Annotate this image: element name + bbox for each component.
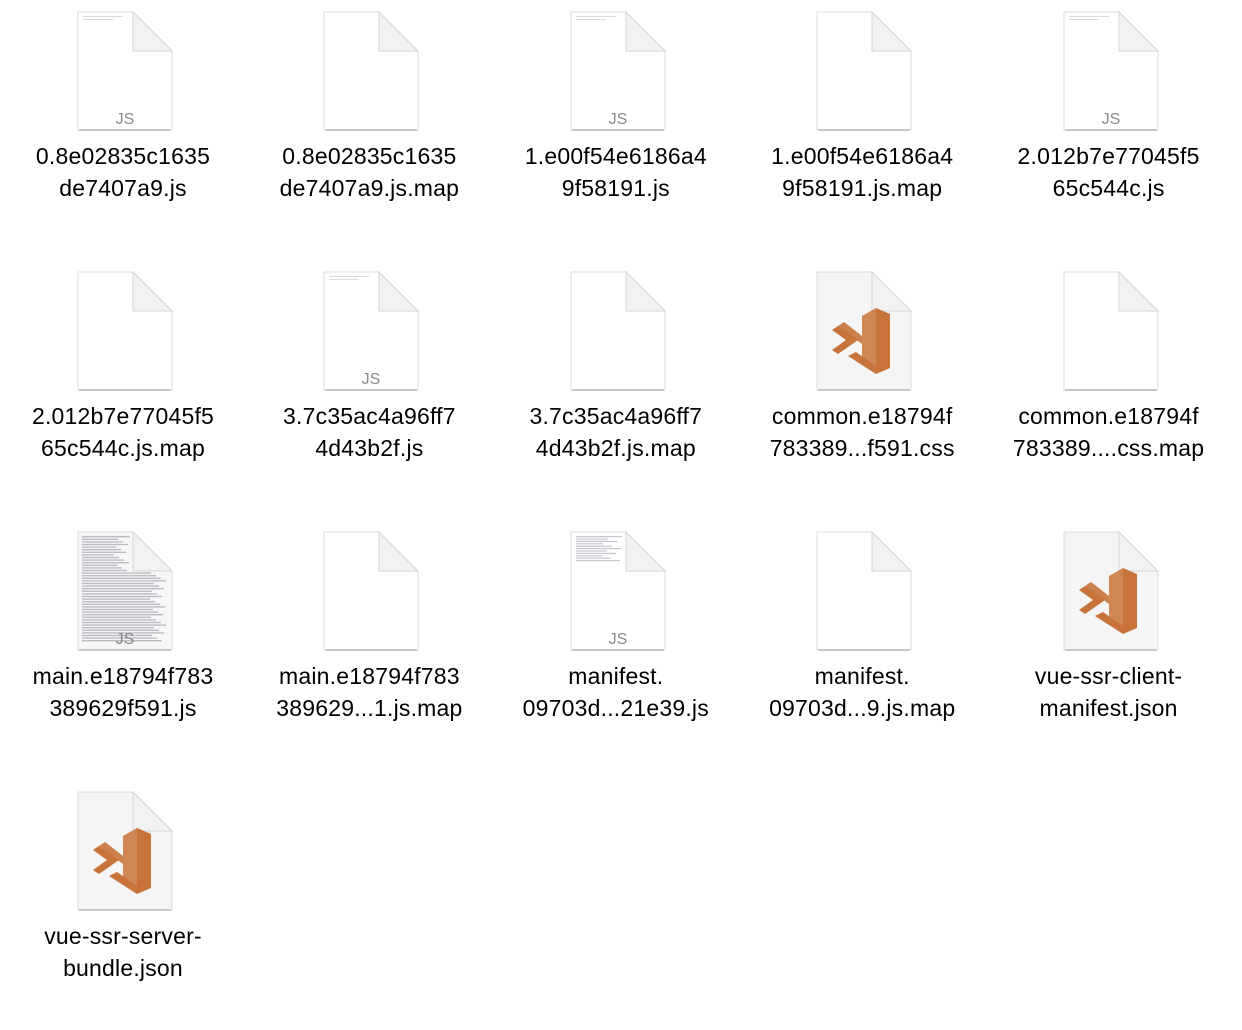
js-document-icon[interactable]: JS (321, 270, 421, 396)
file-name-label[interactable]: vue-ssr-server-bundle.json (0, 920, 246, 984)
file-name-line-1: vue-ssr-client- (1034, 663, 1183, 689)
file-name-line-1: 1.e00f54e6186a4 (524, 143, 707, 169)
file-name-line-1: manifest. (568, 663, 664, 689)
js-badge-label: JS (1101, 111, 1120, 128)
file-name-label[interactable]: main.e18794f783 389629f591.js (0, 660, 246, 724)
js-badge-label: JS (608, 111, 627, 128)
file-name-label[interactable]: 0.8e02835c1635 de7407a9.js.map (246, 140, 492, 204)
file-item[interactable]: JS 1.e00f54e6186a4 9f58191.js (493, 0, 739, 250)
file-name-line-2: de7407a9.js (59, 175, 187, 201)
js-badge-label: JS (116, 631, 135, 648)
file-name-label[interactable]: manifest. 09703d...21e39.js (493, 660, 739, 724)
file-name-line-1: 0.8e02835c1635 (35, 143, 211, 169)
js-badge-label: JS (116, 111, 135, 128)
file-name-line-2: 65c544c.js.map (41, 435, 205, 461)
file-name-line-1: main.e18794f783 (32, 663, 214, 689)
file-grid: JS 0.8e02835c1635 de7407a9.js 0.8e02835c163… (0, 0, 1242, 1018)
js-badge-label: JS (362, 371, 381, 388)
file-name-label[interactable]: common.e18794f 783389...f591.css (739, 400, 985, 464)
file-name-line-2: 389629...1.js.map (276, 695, 463, 721)
file-name-line-2: 4d43b2f.js.map (535, 435, 696, 461)
file-name-label[interactable]: 1.e00f54e6186a4 9f58191.js (493, 140, 739, 204)
file-name-label[interactable]: 2.012b7e77045f5 65c544c.js (986, 140, 1232, 204)
file-item[interactable]: JS main.e18794f783 389629f591.js (0, 520, 246, 770)
js-document-dense-icon[interactable]: JS (75, 530, 175, 656)
blank-document-icon[interactable] (1061, 270, 1161, 396)
blank-document-icon[interactable] (814, 10, 914, 136)
file-name-label[interactable]: common.e18794f 783389....css.map (986, 400, 1232, 464)
file-item[interactable]: main.e18794f783 389629...1.js.map (246, 520, 492, 770)
file-item[interactable]: 2.012b7e77045f5 65c544c.js.map (0, 260, 246, 510)
blank-document-icon[interactable] (568, 270, 668, 396)
file-name-line-2: 783389....css.map (1012, 435, 1205, 461)
blank-document-icon[interactable] (75, 270, 175, 396)
file-name-line-1: 3.7c35ac4a96ff7 (529, 403, 703, 429)
file-item[interactable]: common.e18794f 783389...f591.css (739, 260, 985, 510)
file-item[interactable]: common.e18794f 783389....css.map (986, 260, 1232, 510)
js-document-icon[interactable]: JS (568, 530, 668, 656)
js-document-icon[interactable]: JS (1061, 10, 1161, 136)
file-name-line-1: vue-ssr-server- (44, 923, 202, 949)
file-name-line-2: manifest.json (1039, 695, 1178, 721)
visual-studio-code-document-icon[interactable] (75, 790, 175, 916)
file-item[interactable]: JS 3.7c35ac4a96ff7 4d43b2f.js (246, 260, 492, 510)
visual-studio-code-document-icon[interactable] (814, 270, 914, 396)
js-document-icon[interactable]: JS (75, 10, 175, 136)
file-name-line-1: 2.012b7e77045f5 (1017, 143, 1200, 169)
blank-document-icon[interactable] (321, 530, 421, 656)
file-name-line-2: bundle.json (63, 955, 183, 981)
file-name-line-1: manifest. (814, 663, 910, 689)
file-name-label[interactable]: 0.8e02835c1635 de7407a9.js (0, 140, 246, 204)
file-item[interactable]: 3.7c35ac4a96ff7 4d43b2f.js.map (493, 260, 739, 510)
file-name-label[interactable]: 2.012b7e77045f5 65c544c.js.map (0, 400, 246, 464)
file-item[interactable]: JS manifest. 09703d...21e39.js (493, 520, 739, 770)
blank-document-icon[interactable] (321, 10, 421, 136)
file-name-label[interactable]: vue-ssr-client-manifest.json (986, 660, 1232, 724)
file-name-line-2: 783389...f591.css (769, 435, 955, 461)
file-item[interactable]: 1.e00f54e6186a4 9f58191.js.map (739, 0, 985, 250)
file-name-line-1: 2.012b7e77045f5 (31, 403, 215, 429)
file-name-line-2: 65c544c.js (1052, 175, 1165, 201)
file-name-label[interactable]: 1.e00f54e6186a4 9f58191.js.map (739, 140, 985, 204)
file-name-line-2: 09703d...9.js.map (769, 695, 956, 721)
js-badge-label: JS (608, 631, 627, 648)
js-document-icon[interactable]: JS (568, 10, 668, 136)
file-name-label[interactable]: 3.7c35ac4a96ff7 4d43b2f.js.map (493, 400, 739, 464)
file-name-line-1: common.e18794f (771, 403, 953, 429)
file-item[interactable]: vue-ssr-client-manifest.json (986, 520, 1232, 770)
blank-document-icon[interactable] (814, 530, 914, 656)
file-item[interactable]: manifest. 09703d...9.js.map (739, 520, 985, 770)
file-name-line-1: main.e18794f783 (279, 663, 460, 689)
file-item[interactable]: JS 2.012b7e77045f5 65c544c.js (986, 0, 1232, 250)
file-item[interactable]: JS 0.8e02835c1635 de7407a9.js (0, 0, 246, 250)
file-name-line-2: 9f58191.js.map (782, 175, 943, 201)
file-item[interactable]: 0.8e02835c1635 de7407a9.js.map (246, 0, 492, 250)
file-name-line-2: 4d43b2f.js (315, 435, 424, 461)
file-name-label[interactable]: manifest. 09703d...9.js.map (739, 660, 985, 724)
file-item[interactable]: vue-ssr-server-bundle.json (0, 780, 246, 1030)
file-name-label[interactable]: main.e18794f783 389629...1.js.map (246, 660, 492, 724)
file-name-line-1: 0.8e02835c1635 (282, 143, 457, 169)
file-name-line-1: 3.7c35ac4a96ff7 (283, 403, 456, 429)
visual-studio-code-document-icon[interactable] (1061, 530, 1161, 656)
file-name-line-1: common.e18794f (1018, 403, 1199, 429)
file-name-line-2: 9f58191.js (561, 175, 670, 201)
file-name-label[interactable]: 3.7c35ac4a96ff7 4d43b2f.js (246, 400, 492, 464)
file-name-line-1: 1.e00f54e6186a4 (771, 143, 954, 169)
file-name-line-2: de7407a9.js.map (279, 175, 460, 201)
file-name-line-2: 389629f591.js (49, 695, 197, 721)
file-name-line-2: 09703d...21e39.js (522, 695, 709, 721)
